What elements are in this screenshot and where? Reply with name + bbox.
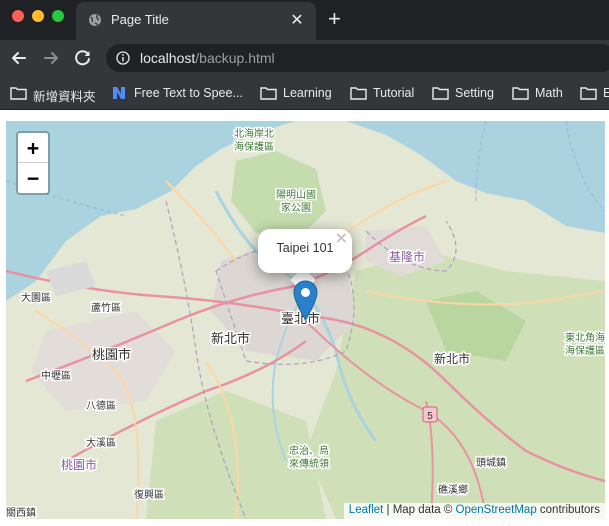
bookmark-label: Math <box>535 86 563 100</box>
bookmark-folder-new[interactable]: 新增資料夾 <box>10 85 96 104</box>
bookmark-label: E <box>603 86 609 100</box>
folder-icon <box>10 87 27 100</box>
folder-icon <box>260 87 277 100</box>
url-path: /backup.html <box>195 50 275 66</box>
label-bade: 八德區 <box>86 399 116 412</box>
label-taoyuan-sw: 桃園市 <box>61 457 97 472</box>
bookmark-label: Learning <box>283 86 332 100</box>
info-icon[interactable] <box>116 51 130 65</box>
label-zhongli: 中壢區 <box>41 369 71 382</box>
label-keelung: 基隆市 <box>389 249 425 264</box>
label-new-taipei-center: 新北市 <box>211 331 250 346</box>
marker-popup: Taipei 101 × <box>258 229 352 273</box>
bookmark-folder-setting[interactable]: Setting <box>432 85 494 101</box>
folder-icon <box>512 87 529 100</box>
reload-icon[interactable] <box>72 47 94 69</box>
bookmark-label: Free Text to Spee... <box>134 86 243 100</box>
label-taoyuan: 桃園市 <box>92 347 131 362</box>
forward-arrow-icon[interactable] <box>40 47 62 69</box>
url-host: localhost <box>140 50 196 66</box>
route-number: 5 <box>427 411 433 422</box>
label-fuxing: 復興區 <box>134 488 164 501</box>
maximize-window-button[interactable] <box>52 10 64 22</box>
label-ne-coast-2: 海保護區 <box>565 344 605 357</box>
bookmark-folder-learning[interactable]: Learning <box>260 85 332 101</box>
bookmark-label: Tutorial <box>373 86 415 100</box>
folder-icon <box>432 87 449 100</box>
bookmark-label: Setting <box>455 86 494 100</box>
label-north-coast-2: 海保護區 <box>234 140 274 153</box>
leaflet-link[interactable]: Leaflet <box>349 504 384 516</box>
map-marker-icon[interactable] <box>293 280 318 321</box>
label-toucheng: 頭城鎮 <box>476 456 506 469</box>
tab-close-icon[interactable]: ✕ <box>288 10 306 30</box>
globe-icon <box>89 14 101 26</box>
label-new-taipei-east: 新北市 <box>434 351 470 366</box>
bookmark-folder-tutorial[interactable]: Tutorial <box>350 85 414 101</box>
openstreetmap-link[interactable]: OpenStreetMap <box>456 504 537 516</box>
minimize-window-button[interactable] <box>32 10 44 22</box>
label-yangmingshan-1: 陽明山國 <box>276 189 316 201</box>
folder-icon <box>350 87 367 100</box>
browser-tab[interactable]: Page Title ✕ <box>76 2 316 40</box>
label-daxi: 大溪區 <box>86 436 116 449</box>
zoom-control: + − <box>16 131 50 195</box>
browser-toolbar: localhost/backup.html <box>0 40 609 76</box>
label-ne-coast-1: 東北角海 <box>565 331 605 344</box>
label-dayuan: 大園區 <box>21 291 51 304</box>
back-arrow-icon[interactable] <box>8 47 30 69</box>
tab-bar: Page Title ✕ + <box>0 0 609 40</box>
new-tab-button[interactable]: + <box>328 6 341 32</box>
leaflet-map[interactable]: 5 臺北市 新北市 新北市 桃園市 桃園市 基隆市 大園區 蘆竹區 中壢區 八德… <box>6 121 605 519</box>
label-north-coast-1: 北海岸北 <box>234 127 274 140</box>
folder-icon <box>580 87 597 100</box>
attribution-suffix: contributors <box>536 504 600 516</box>
bookmark-folder-more[interactable]: E <box>580 85 609 101</box>
bookmark-label: 新增資料夾 <box>33 90 96 104</box>
label-jiaoxi: 礁溪鄉 <box>438 483 468 496</box>
label-luzhu: 蘆竹區 <box>91 301 121 314</box>
n-logo-icon <box>113 87 125 99</box>
label-guanxi: 關西鎮 <box>6 506 36 519</box>
zoom-out-button[interactable]: − <box>18 163 48 193</box>
url-text[interactable]: localhost/backup.html <box>140 50 275 66</box>
tab-title: Page Title <box>111 12 169 27</box>
map-attribution: Leaflet | Map data © OpenStreetMap contr… <box>343 503 605 519</box>
popup-close-button[interactable]: × <box>335 230 348 246</box>
label-wulai-2: 來傳統領 <box>289 457 329 470</box>
label-wulai-1: 忠治、烏 <box>289 444 329 457</box>
zoom-in-button[interactable]: + <box>18 133 48 163</box>
bookmark-folder-math[interactable]: Math <box>512 85 563 101</box>
close-window-button[interactable] <box>12 10 24 22</box>
label-yangmingshan-2: 家公園 <box>281 201 311 214</box>
bookmarks-bar: 新增資料夾 Free Text to Spee... Learning Tuto… <box>0 76 609 110</box>
attribution-separator: | Map data © <box>383 504 456 516</box>
bookmark-free-text-to-speech[interactable]: Free Text to Spee... <box>112 85 243 101</box>
address-bar[interactable]: localhost/backup.html <box>106 44 609 72</box>
